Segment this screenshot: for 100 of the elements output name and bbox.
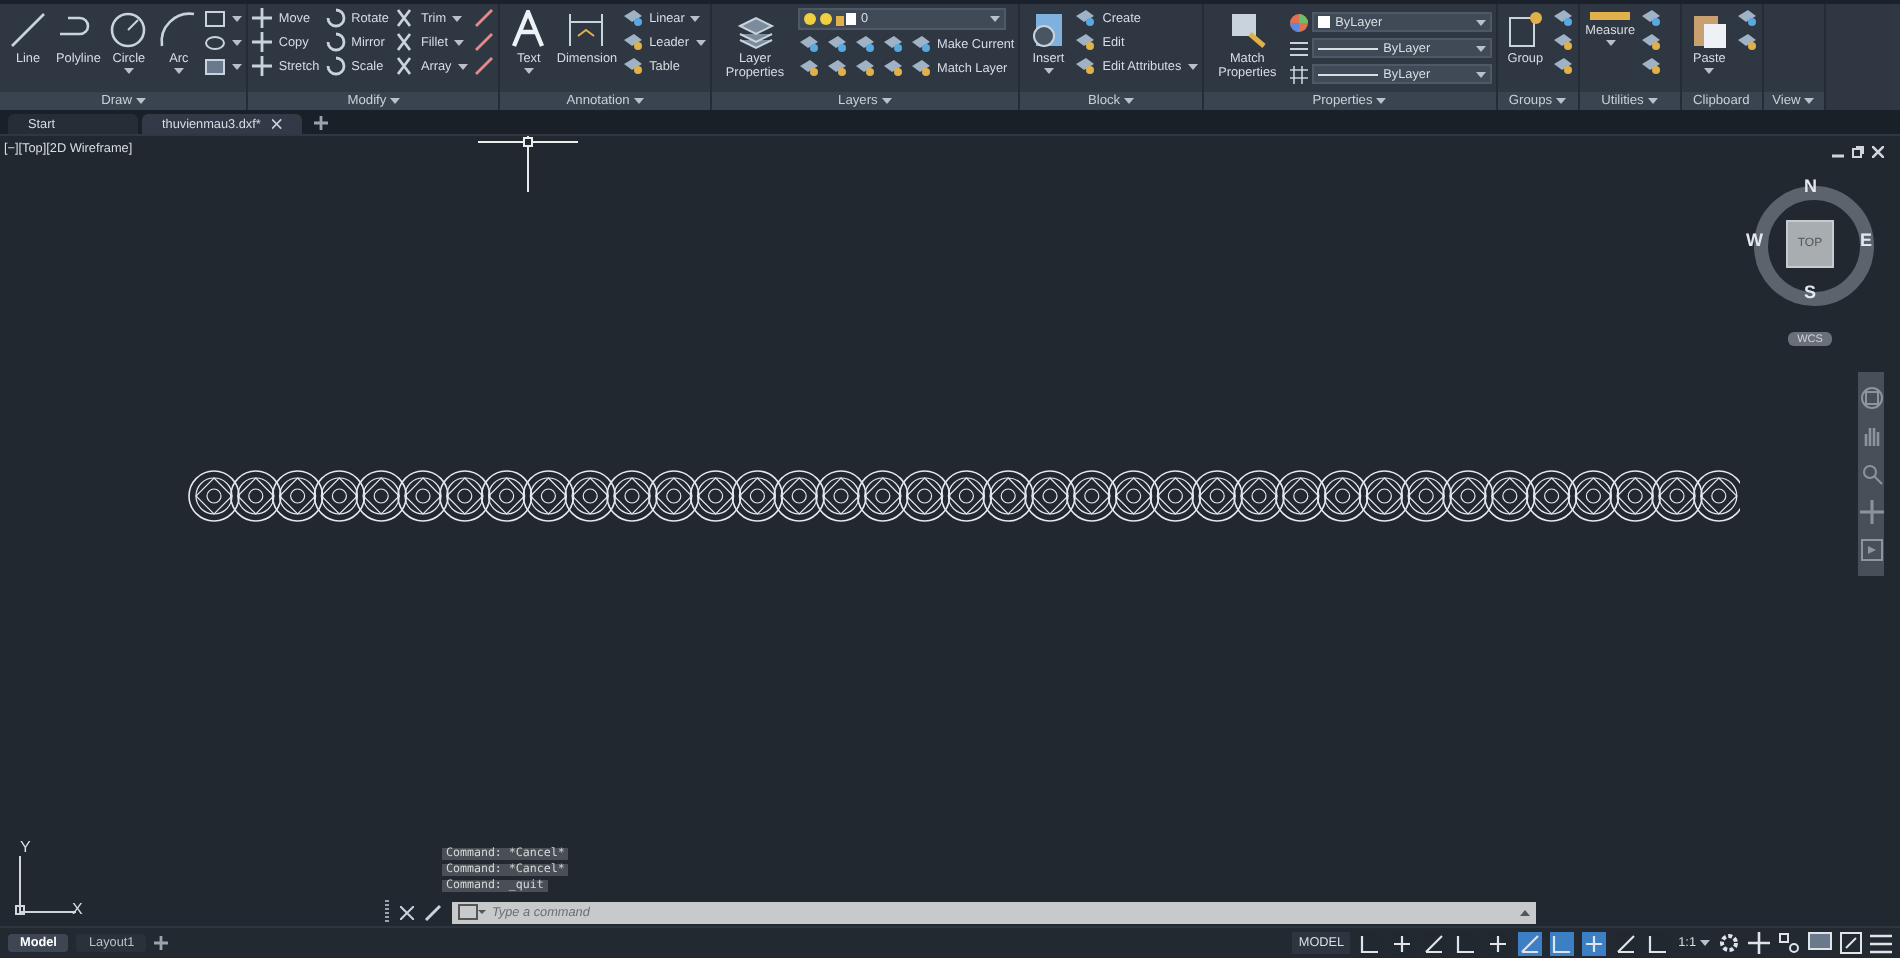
ribbon-icon-button[interactable] — [1639, 8, 1662, 28]
layer-tool-icon — [1639, 32, 1662, 52]
ribbon-icon-button[interactable] — [881, 34, 903, 54]
new-tab-icon[interactable] — [314, 116, 328, 130]
layer-tool-icon — [1074, 56, 1097, 76]
rectangle-icon — [204, 9, 227, 27]
ribbon-icon-button[interactable] — [473, 32, 494, 52]
layer-tool-icon — [825, 34, 847, 54]
layer-tool-icon — [1551, 56, 1574, 76]
drag-handle-icon[interactable] — [384, 900, 390, 924]
layer-tool-icon — [1074, 32, 1097, 52]
ribbon-icon-button[interactable] — [473, 56, 494, 76]
caret-icon — [1647, 98, 1658, 104]
layer-tool-icon — [797, 58, 819, 78]
isolate-icon[interactable] — [1778, 932, 1800, 954]
caret-icon — [1555, 98, 1566, 104]
ribbon-icon-button[interactable] — [1639, 32, 1662, 52]
ribbon-icon-button[interactable] — [825, 34, 847, 54]
angle-icon[interactable] — [1518, 931, 1543, 955]
ribbon-icon-button[interactable] — [1639, 56, 1662, 76]
layer-tool-icon — [853, 58, 875, 78]
layer-state-icons — [803, 12, 855, 26]
layer-tool-icon — [621, 32, 644, 52]
ribbon-icon-button[interactable] — [473, 8, 494, 28]
ribbon-icon-button[interactable] — [204, 56, 243, 76]
ribbon-icon-button[interactable] — [1735, 8, 1758, 28]
compass-direction[interactable]: W — [1746, 230, 1763, 250]
layer-tool-icon — [909, 34, 931, 54]
settings-icon[interactable] — [1718, 932, 1740, 954]
ribbon-icon-button[interactable] — [204, 32, 243, 52]
ribbon-icon-button[interactable] — [797, 34, 819, 54]
scroll-up-icon[interactable] — [1520, 909, 1530, 915]
layer-tool-icon — [1639, 56, 1662, 76]
monitor-icon[interactable] — [1808, 932, 1832, 954]
caret-icon — [633, 98, 644, 104]
hatch-icon — [204, 57, 227, 75]
ellipse-icon — [204, 33, 227, 51]
caret-icon — [453, 39, 464, 45]
layer-tool-icon — [825, 58, 847, 78]
caret-icon — [695, 39, 705, 45]
caret-icon — [1700, 940, 1710, 946]
ribbon-icon-button[interactable] — [1551, 32, 1574, 52]
steering-wheel-icon[interactable] — [1859, 386, 1883, 411]
caret-icon — [1605, 40, 1616, 47]
layer-tool-icon — [621, 8, 644, 28]
layer-tool-icon — [853, 34, 875, 54]
modify-tool-icon — [394, 56, 415, 76]
caret-icon — [1704, 68, 1715, 75]
caret-icon — [1475, 19, 1486, 25]
circle-icon — [106, 10, 151, 50]
group-icon — [1503, 10, 1548, 50]
ribbon-icon-button[interactable] — [204, 8, 243, 28]
layer-tool-icon — [1551, 8, 1574, 28]
compass-direction[interactable]: E — [1860, 230, 1873, 250]
menu-icon[interactable] — [1870, 933, 1892, 953]
caret-icon — [523, 68, 534, 75]
terminal-icon[interactable] — [458, 904, 486, 920]
caret-icon — [135, 98, 146, 104]
ribbon-icon-button[interactable] — [853, 58, 875, 78]
orbit-icon[interactable] — [1859, 499, 1883, 524]
axis-label: X — [72, 900, 83, 918]
showmotion-icon[interactable] — [1859, 537, 1883, 562]
layer-tool-icon — [797, 34, 819, 54]
restore-icon[interactable] — [1852, 146, 1864, 158]
caret-icon — [390, 98, 401, 104]
caret-icon — [123, 68, 134, 75]
layer-tool-icon — [1735, 8, 1758, 28]
zoom-icon[interactable] — [1859, 461, 1883, 486]
compass-direction[interactable]: N — [1804, 176, 1817, 196]
wrench-icon[interactable] — [424, 903, 442, 921]
caret-icon — [1475, 71, 1486, 77]
pan-hand-icon[interactable] — [1859, 424, 1883, 449]
caret-icon — [989, 16, 999, 22]
ribbon-icon-button[interactable] — [1551, 56, 1574, 76]
close-icon[interactable] — [272, 118, 282, 130]
ribbon-icon-button[interactable] — [881, 58, 903, 78]
ribbon-icon-button[interactable] — [797, 58, 819, 78]
compass-direction[interactable]: S — [1804, 282, 1817, 302]
modify-tool-icon — [325, 56, 346, 76]
plus-icon[interactable] — [1748, 932, 1770, 954]
caret-icon — [1043, 68, 1054, 75]
ribbon-icon-button[interactable] — [1551, 8, 1574, 28]
caret-icon — [232, 63, 243, 69]
caret-icon — [452, 15, 463, 21]
caret-icon — [1475, 45, 1486, 51]
close-icon[interactable] — [1872, 146, 1884, 158]
new-layout-icon[interactable] — [154, 936, 169, 950]
layer-tool-icon — [881, 58, 903, 78]
layer-tool-icon — [621, 56, 644, 76]
fullscreen-icon[interactable] — [1840, 932, 1862, 954]
modify-tool-icon — [473, 56, 494, 76]
lines-icon — [1289, 39, 1308, 57]
ribbon-icon-button[interactable] — [1735, 32, 1758, 52]
layer-tool-icon — [909, 58, 931, 78]
close-icon[interactable] — [400, 905, 414, 919]
modify-tool-icon — [252, 8, 273, 28]
modify-tool-icon — [394, 32, 415, 52]
ribbon-icon-button[interactable] — [825, 58, 847, 78]
modify-tool-icon — [325, 32, 346, 52]
ribbon-icon-button[interactable] — [853, 34, 875, 54]
